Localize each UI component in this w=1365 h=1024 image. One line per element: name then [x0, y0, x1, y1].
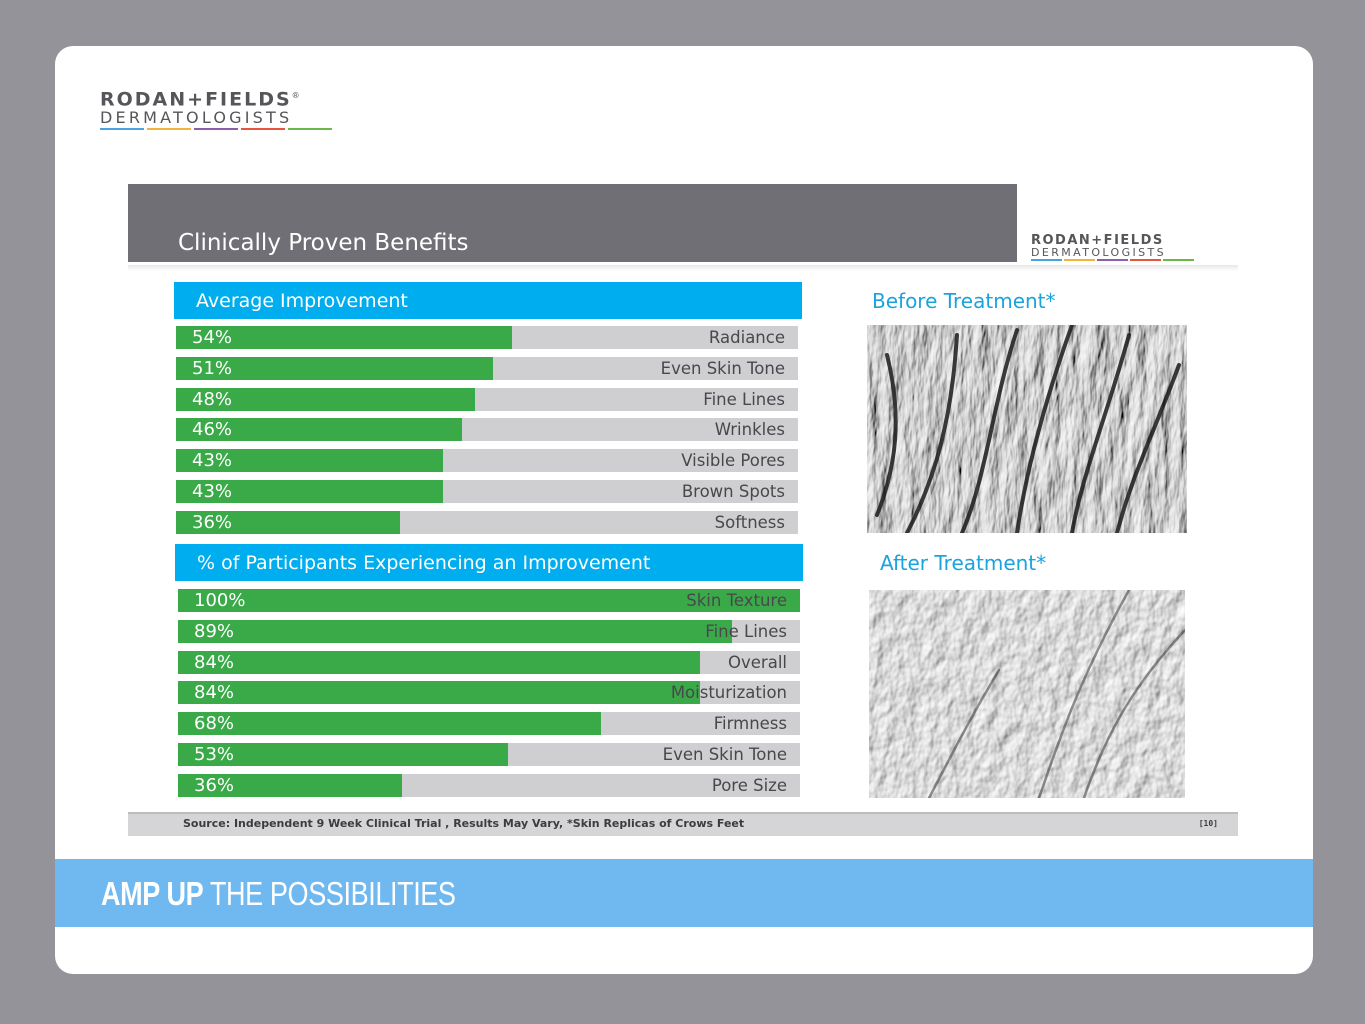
bar-row: 53% Even Skin Tone [178, 743, 800, 766]
bar-value-label: 36% [194, 774, 235, 796]
bar-row: 84% Moisturization [178, 681, 800, 705]
bar-row: 43% Brown Spots [176, 480, 798, 503]
before-skin-texture [867, 325, 1187, 533]
before-treatment-photo [867, 325, 1187, 533]
chart-header-average-improvement: Average Improvement [174, 282, 802, 319]
bar-category-label: Brown Spots [681, 482, 785, 501]
bar-category-label: Even Skin Tone [662, 745, 787, 764]
slide-brand-stripes [1031, 259, 1194, 261]
bar-row: 48% Fine Lines [176, 387, 798, 411]
brand-stripe [1163, 259, 1194, 261]
bar-row: 36% Pore Size [178, 773, 800, 797]
chart-header-participants: % of Participants Experiencing an Improv… [175, 544, 803, 581]
tagline: AMP UP THE POSSIBILITIES [101, 875, 456, 913]
bar-category-label: Fine Lines [705, 621, 787, 641]
brand-stripe [147, 128, 191, 131]
after-treatment-photo [869, 590, 1185, 798]
bar-row: 51% Even Skin Tone [176, 356, 798, 380]
slide-brand-line2: DERMATOLOGISTS [1031, 246, 1167, 259]
tagline-bold: AMP UP [101, 875, 204, 912]
bar [178, 712, 601, 736]
bar-category-label: Moisturization [670, 683, 787, 703]
bar-row: 46% Wrinkles [176, 418, 798, 442]
bar-category-label: Visible Pores [681, 451, 785, 471]
brand-stripe [1064, 259, 1095, 261]
bar-category-label: Pore Size [711, 775, 787, 795]
bar-value-label: 46% [192, 419, 233, 441]
bar-category-label: Firmness [713, 714, 787, 734]
bar [178, 619, 732, 643]
bar-row: 89% Fine Lines [178, 619, 800, 643]
bar-row: 68% Firmness [178, 712, 800, 736]
bar-category-label: Even Skin Tone [660, 358, 785, 378]
slide-title: Clinically Proven Benefits [178, 230, 469, 256]
brand-stripe [100, 128, 144, 131]
bar-value-label: 43% [192, 450, 233, 472]
brand-color-stripes [100, 128, 332, 131]
bar-row: 36% Softness [176, 510, 798, 534]
tagline-rest: THE POSSIBILITIES [203, 875, 456, 912]
bar-value-label: 54% [192, 327, 233, 348]
brand-stripe [1097, 259, 1128, 261]
source-footnote-bar: Source: Independent 9 Week Clinical Tria… [128, 812, 1238, 836]
brand-logo: RODAN+FIELDS® DERMATOLOGISTS [100, 86, 332, 131]
bar-row: 84% Overall [178, 650, 800, 674]
brand-stripe [194, 128, 238, 131]
bar-category-label: Wrinkles [714, 420, 785, 440]
source-footnote: Source: Independent 9 Week Clinical Tria… [183, 817, 745, 830]
tagline-banner: AMP UP THE POSSIBILITIES [55, 859, 1313, 927]
presentation-card: RODAN+FIELDS® DERMATOLOGISTS Clinically … [55, 46, 1313, 974]
brand-stripe [241, 128, 285, 131]
bar-value-label: 100% [194, 590, 246, 611]
brand-stripe [1031, 259, 1062, 261]
brand-stripe [1130, 259, 1161, 261]
bar-value-label: 43% [192, 481, 233, 502]
chart-title: % of Participants Experiencing an Improv… [197, 551, 651, 574]
bar-value-label: 51% [192, 357, 233, 379]
bar-category-label: Radiance [708, 328, 785, 347]
bar-category-label: Softness [714, 512, 785, 532]
slide-page-number: [10] [1198, 819, 1218, 828]
bar-category-label: Overall [728, 652, 787, 672]
chart-title: Average Improvement [196, 289, 408, 312]
after-skin-texture [869, 590, 1185, 798]
title-divider [128, 265, 1238, 271]
registered-mark: ® [291, 91, 302, 100]
bar-category-label: Skin Texture [686, 591, 787, 610]
bar-row: 54% Radiance [176, 326, 798, 349]
bar-value-label: 48% [192, 388, 233, 410]
after-treatment-title: After Treatment* [880, 551, 1047, 575]
brand-name-line1: RODAN+FIELDS [100, 88, 292, 111]
bar-row: 100% Skin Texture [178, 589, 800, 612]
brand-stripe [288, 128, 332, 131]
bar [178, 681, 701, 705]
slide-title-bar: Clinically Proven Benefits [128, 184, 1017, 262]
slide-brand-logo: RODAN+FIELDS DERMATOLOGISTS [1031, 234, 1194, 261]
bar-category-label: Fine Lines [703, 389, 785, 409]
brand-name-line2: DERMATOLOGISTS [100, 108, 293, 128]
bar [178, 650, 701, 674]
bar-row: 43% Visible Pores [176, 449, 798, 473]
bar-value-label: 53% [194, 744, 235, 765]
bar-value-label: 84% [194, 651, 235, 673]
bar-value-label: 36% [192, 511, 233, 533]
bar-value-label: 89% [194, 620, 235, 642]
bar-value-label: 84% [194, 682, 235, 704]
bar-value-label: 68% [194, 713, 235, 735]
before-treatment-title: Before Treatment* [872, 289, 1056, 313]
